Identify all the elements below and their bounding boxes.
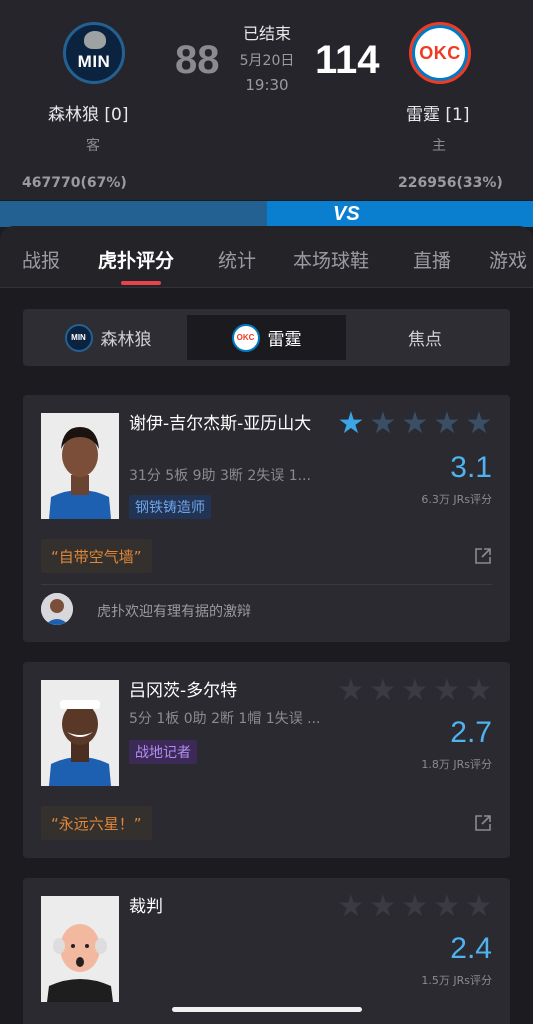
hot-quote[interactable]: “永远六星！” [41,806,152,840]
star-icon[interactable]: ★ [463,892,495,922]
game-header: MIN OKC 88 已结束 5月20日 19:30 114 森林狼 [0] 雷… [0,0,533,200]
home-team-name[interactable]: 雷霆 [1] [406,100,469,125]
thunder-logo-icon: OKC [231,323,260,352]
team-switch-label: 雷霆 [267,330,302,350]
player-avatar [41,413,119,519]
star-icon[interactable]: ★ [399,676,431,706]
divider [41,584,492,585]
game-status: 已结束 [242,24,291,43]
player-card[interactable]: 裁判 ★ ★ ★ ★ ★ 2.4 1.5万 JRs评分 [23,878,510,1024]
star-icon[interactable]: ★ [335,892,367,922]
star-icon[interactable]: ★ [335,676,367,706]
home-vote-bar[interactable] [266,201,533,227]
referee-avatar [41,896,119,1002]
team-switch-timberwolves[interactable]: MIN 森林狼 [29,315,187,360]
share-icon[interactable] [474,814,492,832]
player-avatar [41,680,119,786]
player-name: 谢伊-吉尔杰斯-亚历山大 [129,414,312,434]
star-icon[interactable]: ★ [335,409,367,439]
tab-sneakers[interactable]: 本场球鞋 [293,246,369,273]
tab-live[interactable]: 直播 [413,246,451,273]
home-team-logo[interactable]: OKC [409,22,471,84]
player-rating: 3.1 [450,451,492,484]
star-icon[interactable]: ★ [399,892,431,922]
game-time: 19:30 [245,76,289,94]
home-score: 114 [315,38,380,82]
rating-stars[interactable]: ★ ★ ★ ★ ★ [335,676,495,706]
away-team-logo[interactable]: MIN [63,22,125,84]
tab-games[interactable]: 游戏 [489,246,527,273]
star-icon[interactable]: ★ [431,676,463,706]
active-tab-indicator [121,281,161,285]
home-logo-text: OKC [419,42,461,63]
star-icon[interactable]: ★ [367,892,399,922]
commenter-avatar[interactable] [41,593,73,625]
away-vote-bar[interactable] [0,201,267,227]
team-switch-thunder[interactable]: OKC 雷霆 [187,315,346,360]
team-switch-focus[interactable]: 焦点 [346,315,504,360]
team-switch: MIN 森林狼 OKC 雷霆 焦点 [23,309,510,366]
player-badge: 战地记者 [129,740,197,764]
home-indicator[interactable] [172,1007,362,1012]
star-icon[interactable]: ★ [431,409,463,439]
rating-stars[interactable]: ★ ★ ★ ★ ★ [335,409,495,439]
star-icon[interactable]: ★ [431,892,463,922]
rating-stars[interactable]: ★ ★ ★ ★ ★ [335,892,495,922]
player-badge: 钢铁铸造师 [129,495,211,519]
star-icon[interactable]: ★ [367,676,399,706]
away-score: 88 [175,38,220,82]
away-team-name[interactable]: 森林狼 [0] [48,100,128,125]
team-switch-label: 焦点 [408,330,442,350]
star-icon[interactable]: ★ [367,409,399,439]
away-vote-count: 467770(67%) [22,175,127,191]
support-vote-bar[interactable]: VS [0,201,533,227]
tab-hupu-rating[interactable]: 虎扑评分 [98,246,174,273]
player-card[interactable]: 谢伊-吉尔杰斯-亚历山大 31分 5板 9助 3断 2失误 1... 钢铁铸造师… [23,395,510,642]
tab-bar: 战报 虎扑评分 统计 本场球鞋 直播 游戏 [0,226,533,288]
rating-count: 1.5万 JRs评分 [421,974,492,987]
away-logo-text: MIN [77,52,111,71]
player-card[interactable]: 吕冈茨-多尔特 5分 1板 0助 2断 1帽 1失误 ... 战地记者 ★ ★ … [23,662,510,858]
home-side-label: 主 [432,138,446,154]
rating-count: 6.3万 JRs评分 [421,493,492,506]
player-name: 裁判 [129,897,163,917]
star-icon[interactable]: ★ [463,676,495,706]
rating-count: 1.8万 JRs评分 [421,758,492,771]
player-stats: 31分 5板 9助 3断 2失误 1... [129,468,311,484]
home-vote-count: 226956(33%) [398,175,503,191]
comment-prompt[interactable]: 虎扑欢迎有理有据的激辩 [97,601,251,621]
star-icon[interactable]: ★ [399,409,431,439]
wolf-icon [84,31,106,49]
team-switch-label: 森林狼 [100,330,152,350]
player-stats: 5分 1板 0助 2断 1帽 1失误 ... [129,711,321,727]
player-rating: 2.4 [450,932,492,965]
away-side-label: 客 [86,138,100,154]
tab-stats[interactable]: 统计 [218,246,256,273]
game-date: 5月20日 [239,53,295,69]
hot-quote[interactable]: “自带空气墙” [41,539,152,573]
vs-mark: VS [333,203,360,225]
tab-report[interactable]: 战报 [22,246,60,273]
star-icon[interactable]: ★ [463,409,495,439]
player-rating: 2.7 [450,716,492,749]
timberwolves-logo-icon: MIN [64,323,93,352]
okc-logo-inner: OKC [415,28,465,78]
share-icon[interactable] [474,547,492,565]
player-name: 吕冈茨-多尔特 [129,681,238,701]
